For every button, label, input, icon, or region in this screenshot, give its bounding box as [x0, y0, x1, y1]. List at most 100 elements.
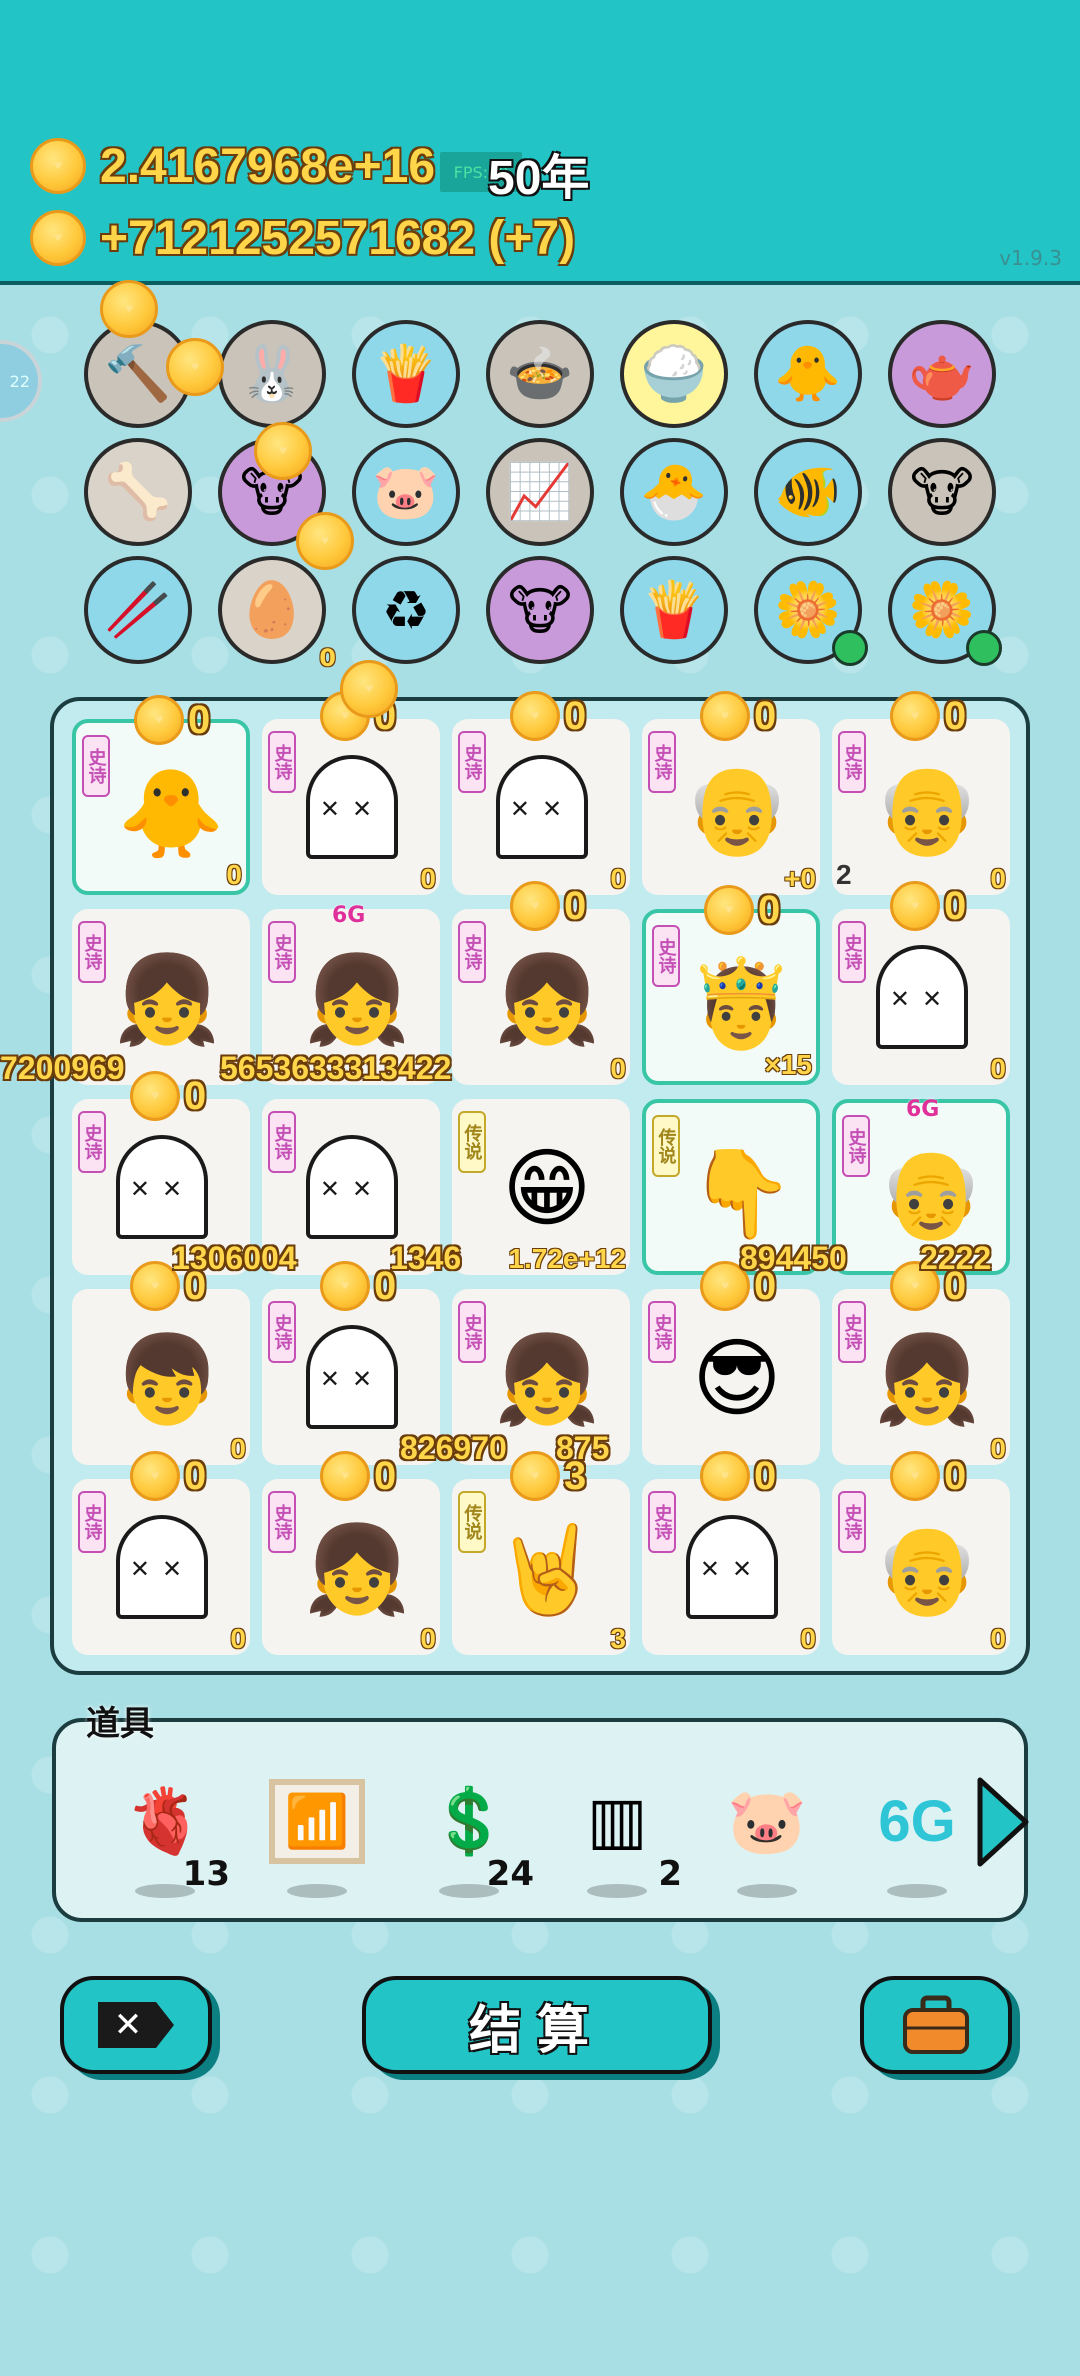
- old-man-glasses-icon: 👴: [873, 759, 981, 860]
- prop-shadow: [287, 1884, 347, 1898]
- network-badge: 6G: [906, 1097, 940, 1122]
- item-slot[interactable]: 🌼: [888, 556, 1002, 666]
- settle-button-label: 结算: [468, 2000, 605, 2061]
- prop-slot[interactable]: 📶: [262, 1766, 372, 1898]
- character-card[interactable]: 史诗✕✕00: [832, 881, 1010, 1085]
- item-slot[interactable]: 🍟: [352, 320, 460, 428]
- item-slot[interactable]: ♻: [352, 556, 460, 664]
- character-card[interactable]: 传说 😁 1.72e+12: [452, 1099, 630, 1275]
- character-card[interactable]: 史诗✕✕00: [452, 691, 630, 895]
- card-coin-reward[interactable]: 0: [890, 691, 966, 741]
- epic-rarity-tag: 史诗: [648, 731, 676, 793]
- item-slot[interactable]: 🌼: [754, 556, 868, 666]
- close-button[interactable]: ✕: [60, 1976, 212, 2074]
- item-slot[interactable]: 🐰: [218, 320, 326, 428]
- rice-bowl-icon: 🍚: [640, 342, 708, 405]
- braid-girl-icon: 👧: [303, 1519, 411, 1620]
- character-card[interactable]: 史诗🐥00: [72, 695, 250, 895]
- old-man-icon: 👴: [683, 759, 791, 860]
- epic-rarity-tag: 史诗: [458, 921, 486, 983]
- item-slot[interactable]: 🐮: [888, 438, 996, 546]
- character-card[interactable]: 史诗👴 2 0 0: [832, 691, 1010, 895]
- item-slot[interactable]: 🫖: [888, 320, 996, 428]
- card-coin-reward[interactable]: 0: [320, 1451, 396, 1501]
- pointing-hand-icon: 👇: [687, 1143, 795, 1244]
- coin-icon: [700, 1451, 750, 1501]
- legend-rarity-tag: 传说: [652, 1115, 680, 1177]
- item-slot[interactable]: 🥚 0: [218, 556, 336, 672]
- coin-icon: [130, 1071, 180, 1121]
- item-slot[interactable]: 🐥: [754, 320, 862, 428]
- character-card[interactable]: 史诗👧00: [262, 1451, 440, 1655]
- card-coin-reward[interactable]: 0: [134, 695, 210, 745]
- card-coin-reward[interactable]: 0: [700, 1451, 776, 1501]
- prop-count: 24: [486, 1854, 534, 1894]
- ghost-eyes: ✕✕: [129, 1175, 195, 1203]
- item-slot[interactable]: 🐠: [754, 438, 862, 546]
- floating-coin-icon[interactable]: [100, 280, 158, 338]
- card-coin-reward[interactable]: 0: [130, 1071, 206, 1121]
- prop-slot[interactable]: 🫀 13: [110, 1766, 230, 1898]
- character-card[interactable]: 史诗✕✕00: [72, 1451, 250, 1655]
- epic-rarity-tag: 史诗: [648, 1491, 676, 1553]
- item-slot[interactable]: 🐮: [486, 556, 594, 664]
- prop-slot[interactable]: ▥ 2: [562, 1766, 682, 1898]
- ghost-icon: ✕✕: [306, 1325, 398, 1429]
- flower-pot-icon: 🌼: [908, 578, 976, 641]
- ghost-icon: ✕✕: [496, 755, 588, 859]
- floating-coin-icon[interactable]: [166, 338, 224, 396]
- ghost-eyes: ✕✕: [319, 795, 385, 823]
- settle-button[interactable]: 结算: [362, 1976, 712, 2074]
- card-coin-reward[interactable]: 0: [890, 1451, 966, 1501]
- card-coin-reward[interactable]: 0: [704, 885, 780, 935]
- coin-icon: [30, 138, 86, 194]
- epic-rarity-tag: 史诗: [268, 1491, 296, 1553]
- item-slot[interactable]: 🐷: [352, 438, 460, 546]
- character-card[interactable]: 史诗✕✕00: [262, 691, 440, 895]
- character-card[interactable]: 史诗✕✕00: [642, 1451, 820, 1655]
- epic-rarity-tag: 史诗: [838, 1301, 866, 1363]
- chick-punk-icon: 🐥: [117, 763, 225, 864]
- coin-icon: [130, 1451, 180, 1501]
- character-card[interactable]: 传说🤘33: [452, 1451, 630, 1655]
- character-card[interactable]: 史诗😎0: [642, 1261, 820, 1465]
- card-coin-reward[interactable]: 0: [890, 881, 966, 931]
- floating-coin-icon[interactable]: [254, 422, 312, 480]
- prop-slot[interactable]: 🐷: [712, 1766, 822, 1898]
- prop-slot[interactable]: 6G: [862, 1766, 972, 1898]
- next-arrow-icon[interactable]: [972, 1774, 1032, 1870]
- braid-girl-icon: 👧: [873, 1329, 981, 1430]
- floating-coin-icon[interactable]: [340, 660, 398, 718]
- card-count: +0: [784, 863, 816, 894]
- item-slot[interactable]: 🥢: [84, 556, 192, 664]
- item-slot[interactable]: 📈: [486, 438, 594, 546]
- gravy-boat-icon: 🫖: [908, 342, 976, 405]
- card-coin-reward[interactable]: 0: [700, 691, 776, 741]
- card-coin-reward[interactable]: 0: [130, 1451, 206, 1501]
- character-card[interactable]: 史诗👧00: [832, 1261, 1010, 1465]
- prop-slot[interactable]: 💲 24: [414, 1766, 534, 1898]
- card-coin-reward[interactable]: 0: [320, 1261, 396, 1311]
- ghost-icon: ✕✕: [686, 1515, 778, 1619]
- coin-reward-value: 0: [188, 697, 211, 742]
- card-coin-reward[interactable]: 0: [510, 691, 586, 741]
- card-count: 1.72e+12: [508, 1243, 626, 1274]
- card-count: 0: [420, 863, 436, 894]
- floating-coin-icon[interactable]: [296, 512, 354, 570]
- props-title: 道具: [86, 1704, 154, 1744]
- item-slot[interactable]: 🐣: [620, 438, 728, 546]
- character-card[interactable]: 史诗👧00: [452, 881, 630, 1085]
- inventory-button[interactable]: [860, 1976, 1012, 2074]
- item-slot[interactable]: 🍲: [486, 320, 594, 428]
- item-slot[interactable]: 🍚: [620, 320, 728, 428]
- card-coin-reward[interactable]: 0: [510, 881, 586, 931]
- item-slot[interactable]: 🦴: [84, 438, 192, 546]
- item-slot[interactable]: 🍟: [620, 556, 728, 664]
- coin-reward-value: 0: [944, 1453, 967, 1498]
- character-card[interactable]: 👦00: [72, 1261, 250, 1465]
- dog-bowl-icon: 🦴: [104, 460, 172, 523]
- character-card[interactable]: 史诗👴 0 0: [832, 1451, 1010, 1655]
- svg-text:✕: ✕: [114, 2005, 143, 2045]
- character-card[interactable]: 史诗🤴×15 0: [642, 885, 820, 1085]
- character-card[interactable]: 史诗👴6G+00: [642, 691, 820, 895]
